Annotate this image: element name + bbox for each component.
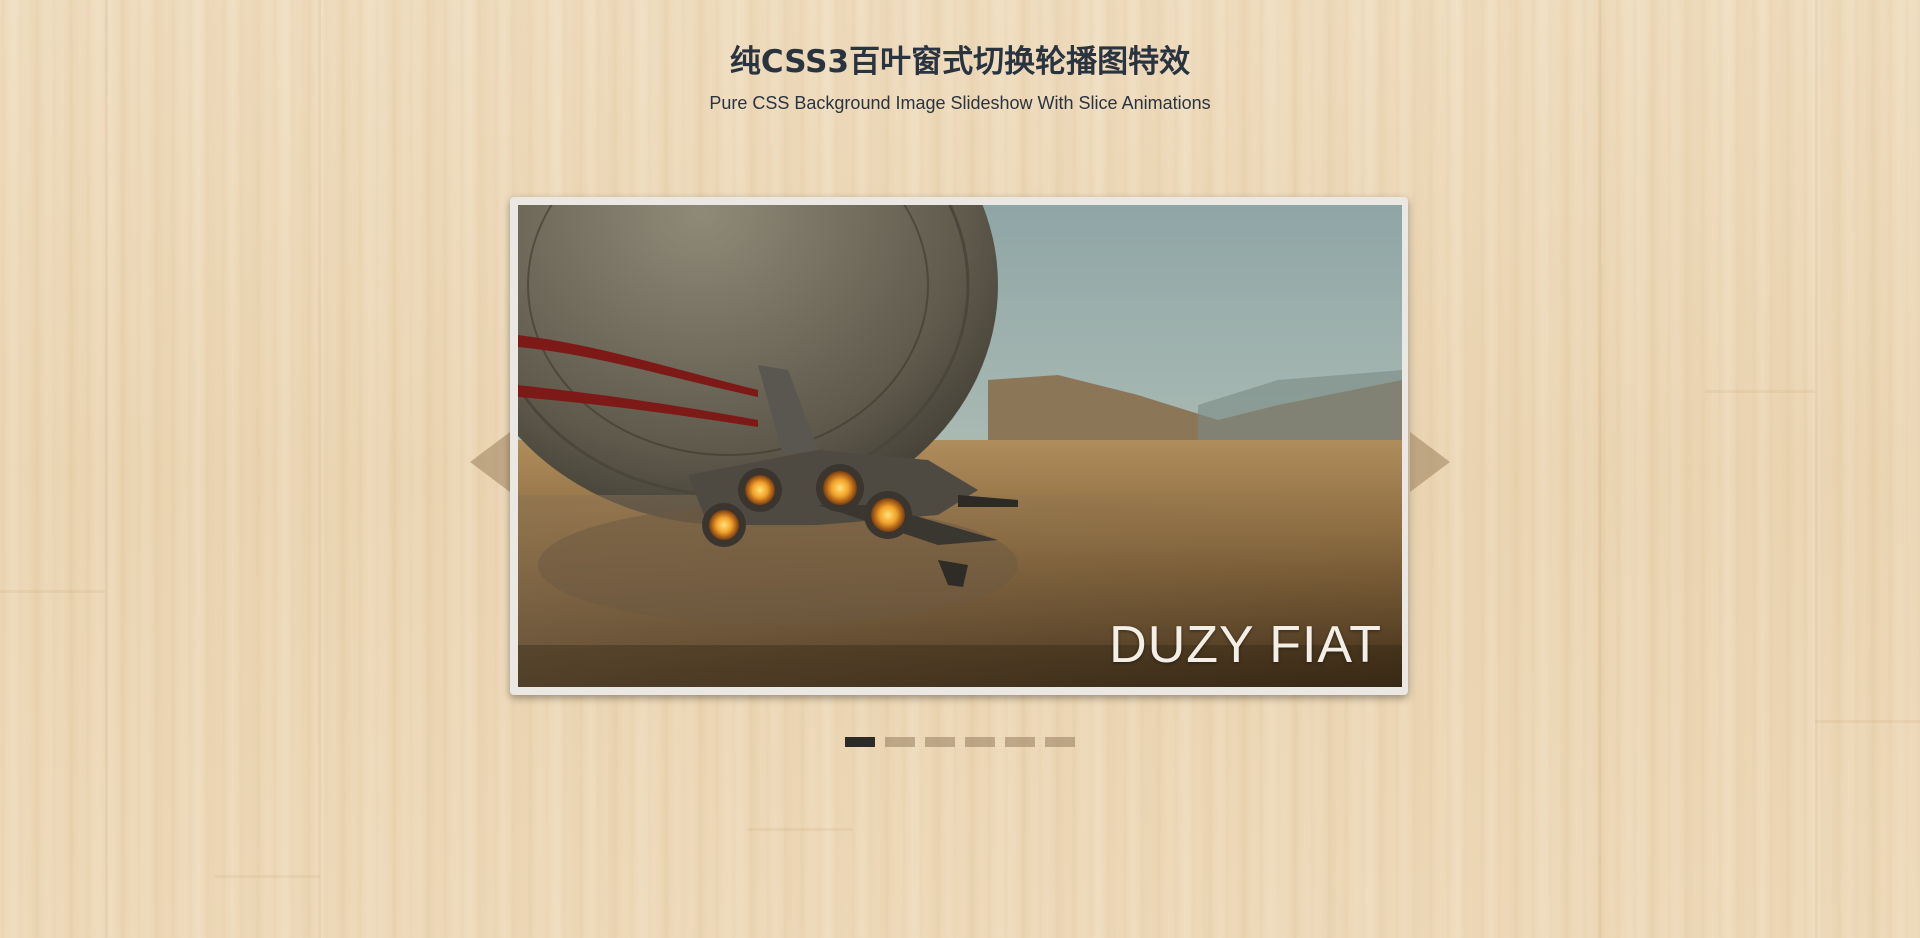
wood-seam: [1815, 0, 1818, 938]
wood-seam: [215, 875, 320, 878]
slide-dot-4[interactable]: [965, 737, 995, 747]
slide-dot-5[interactable]: [1005, 737, 1035, 747]
arrow-right-icon[interactable]: [1410, 432, 1450, 492]
slide-dot-3[interactable]: [925, 737, 955, 747]
wood-seam: [318, 0, 321, 938]
slide-dot-6[interactable]: [1045, 737, 1075, 747]
wood-seam: [748, 828, 853, 831]
page-header: 纯CSS3百叶窗式切换轮播图特效 Pure CSS Background Ima…: [0, 40, 1920, 114]
wood-seam: [1705, 390, 1815, 393]
wood-seam: [1815, 720, 1920, 723]
slide-caption: DUZY FIAT: [1109, 616, 1382, 674]
wood-seam: [0, 590, 105, 593]
wood-seam: [1598, 0, 1601, 938]
slide-pagination: [845, 737, 1075, 747]
page-subtitle: Pure CSS Background Image Slideshow With…: [709, 93, 1211, 113]
slide-dot-2[interactable]: [885, 737, 915, 747]
arrow-left-icon[interactable]: [470, 432, 510, 492]
slide-image: DUZY FIAT: [518, 205, 1402, 687]
slideshow-frame: DUZY FIAT: [510, 197, 1408, 695]
slide-dot-1[interactable]: [845, 737, 875, 747]
page-title: 纯CSS3百叶窗式切换轮播图特效: [729, 44, 1191, 80]
wood-seam: [105, 0, 108, 938]
